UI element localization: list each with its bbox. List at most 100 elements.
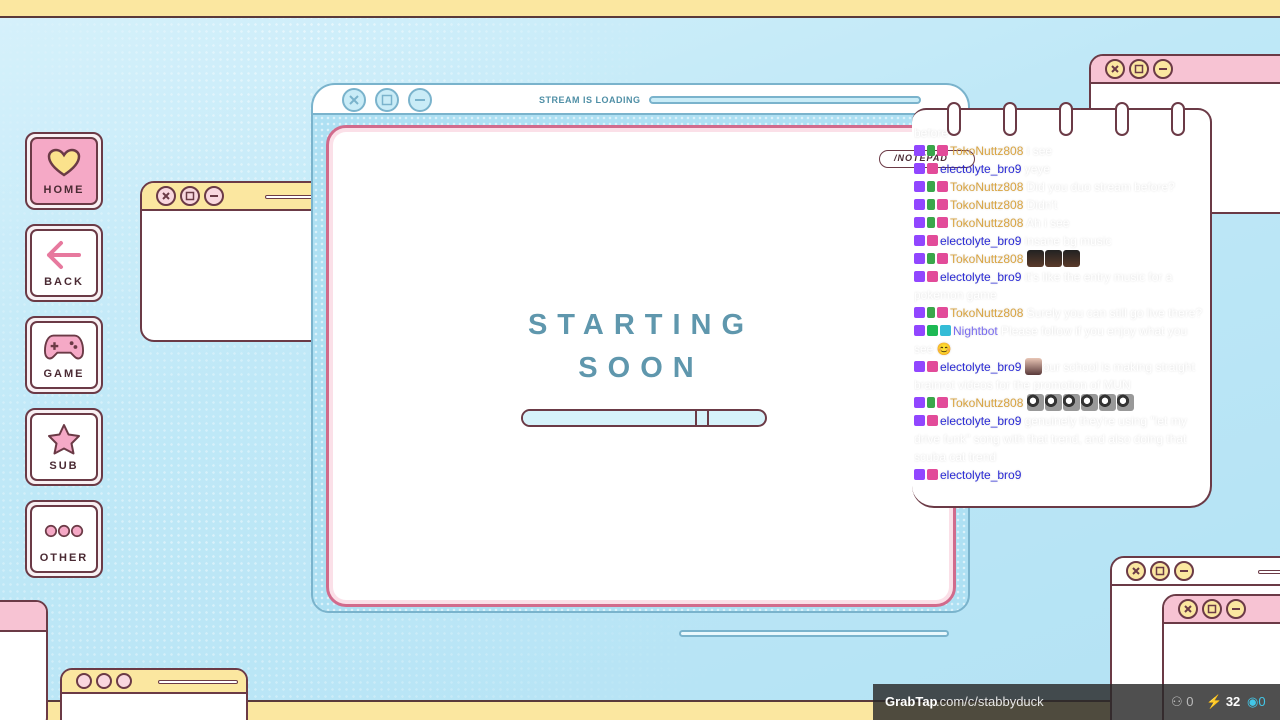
nav-other-button[interactable]: OTHER [25,500,103,578]
heart-badge-icon [927,271,938,282]
chat-username[interactable]: TokoNuttz808 [950,180,1023,194]
close-icon [1105,59,1125,79]
close-icon [1178,599,1198,619]
tw-badge-icon [914,415,925,426]
chat-username[interactable]: TokoNuttz808 [950,396,1023,410]
chat-message: electolyte_bro9 [914,466,1206,484]
chat-username[interactable]: electolyte_bro9 [940,234,1021,248]
tw-badge-icon [914,235,925,246]
sword-badge-icon [927,217,935,228]
heart-badge-icon [937,181,948,192]
chat-message: TokoNuttz808 Surely you can still go liv… [914,304,1206,322]
chat-message: TokoNuttz808 [914,250,1206,268]
tw-badge-icon [914,253,925,264]
boosts-stat: ⚡ 32 [1206,694,1240,710]
dog-emote-icon [1026,250,1044,267]
nav-game-label: GAME [43,368,85,380]
starting-title: STARTING [527,309,755,341]
bolt-icon: ⚡ [1206,694,1223,709]
minimize-icon [1174,561,1194,581]
heart-badge-icon [937,397,948,408]
chat-username[interactable]: electolyte_bro9 [940,270,1021,284]
maximize-icon [1129,59,1149,79]
chat-message: electolyte_bro9 it's like the entry musi… [914,268,1206,304]
points-count: 0 [1258,694,1266,709]
chat-username[interactable]: TokoNuttz808 [950,144,1023,158]
nav-sub-button[interactable]: SUB [25,408,103,486]
girl-emote-icon [1024,358,1042,375]
chat-username[interactable]: TokoNuttz808 [950,252,1023,266]
chat-username[interactable]: electolyte_bro9 [940,162,1021,176]
chat-text: Didn't [1026,198,1058,212]
chat-text: insane bg music [1024,234,1112,248]
channel-url[interactable]: .com/c/stabbyduck [936,694,1044,709]
minimize-icon [116,673,132,689]
heart-badge-icon [937,307,948,318]
chat-username[interactable]: TokoNuttz808 [950,216,1023,230]
close-icon [156,186,176,206]
maximize-icon [375,88,399,112]
chat-username[interactable]: TokoNuttz808 [950,306,1023,320]
chat-log[interactable]: before TokoNuttz808 i see electolyte_bro9… [914,128,1206,506]
coin-icon: ◉ [1247,694,1259,709]
heart-badge-icon [937,199,948,210]
heart-badge-icon [937,217,948,228]
sword-badge-icon [927,199,935,210]
nav-home-label: HOME [43,184,85,196]
chat-text: i see [1026,144,1053,158]
owl-emote-icon [1044,394,1062,411]
minimize-icon [1153,59,1173,79]
tw-badge-icon [914,199,925,210]
main-content-frame: STARTING SOON [326,125,956,607]
chat-cutoff-line: before [914,128,949,140]
chat-username[interactable]: Nightbot [953,324,998,338]
close-icon [342,88,366,112]
owl-emote-icon [1080,394,1098,411]
heart-badge-icon [937,145,948,156]
close-icon [1126,561,1146,581]
close-icon [76,673,92,689]
decor-window-bottom-left [60,668,248,720]
heart-badge-icon [927,163,938,174]
chat-message: electolyte_bro9 genuinely they're using … [914,412,1206,466]
chat-text: yeye [1024,162,1051,176]
more-icon [44,514,84,548]
heart-badge-icon [927,469,938,480]
nav-back-button[interactable]: BACK [25,224,103,302]
arrow-left-icon [44,238,84,272]
chat-username[interactable]: electolyte_bro9 [940,468,1021,482]
stream-loading-bar [649,96,921,104]
main-stream-window: STREAM IS LOADING STARTING SOON [311,83,970,613]
tw-badge-icon [914,469,925,480]
decor-window-far-left [0,600,48,720]
sword-badge-icon [927,145,935,156]
tw-badge-icon [914,361,925,372]
owl-emote-icon [1116,394,1134,411]
chat-username[interactable]: electolyte_bro9 [940,360,1021,374]
heart-icon [44,146,84,180]
chat-message: TokoNuttz808 Didn't [914,196,1206,214]
nav-home-button[interactable]: HOME [25,132,103,210]
owl-emote-icon [1062,394,1080,411]
starting-progress-bar [521,409,767,427]
sword-badge-icon [927,253,935,264]
chat-text: Surely you can still go live there? [1026,306,1203,320]
maximize-icon [180,186,200,206]
heart-badge-icon [927,415,938,426]
minimize-icon [204,186,224,206]
chat-username[interactable]: electolyte_bro9 [940,414,1021,428]
tw-badge-icon [914,217,925,228]
starting-progress-fill [523,411,698,425]
viewers-stat: ⚇ 0 [1171,694,1194,710]
dog-emote-icon [1062,250,1080,267]
owl-emote-icon [1098,394,1116,411]
star-icon [44,422,84,456]
people-icon: ⚇ [1171,694,1183,709]
sword-badge-icon [927,397,935,408]
tw-badge-icon [914,325,925,336]
nav-game-button[interactable]: GAME [25,316,103,394]
chat-username[interactable]: TokoNuttz808 [950,198,1023,212]
soon-title: SOON [578,352,704,384]
points-stat: ◉0 [1247,694,1266,710]
mod-badge-icon [927,325,938,336]
